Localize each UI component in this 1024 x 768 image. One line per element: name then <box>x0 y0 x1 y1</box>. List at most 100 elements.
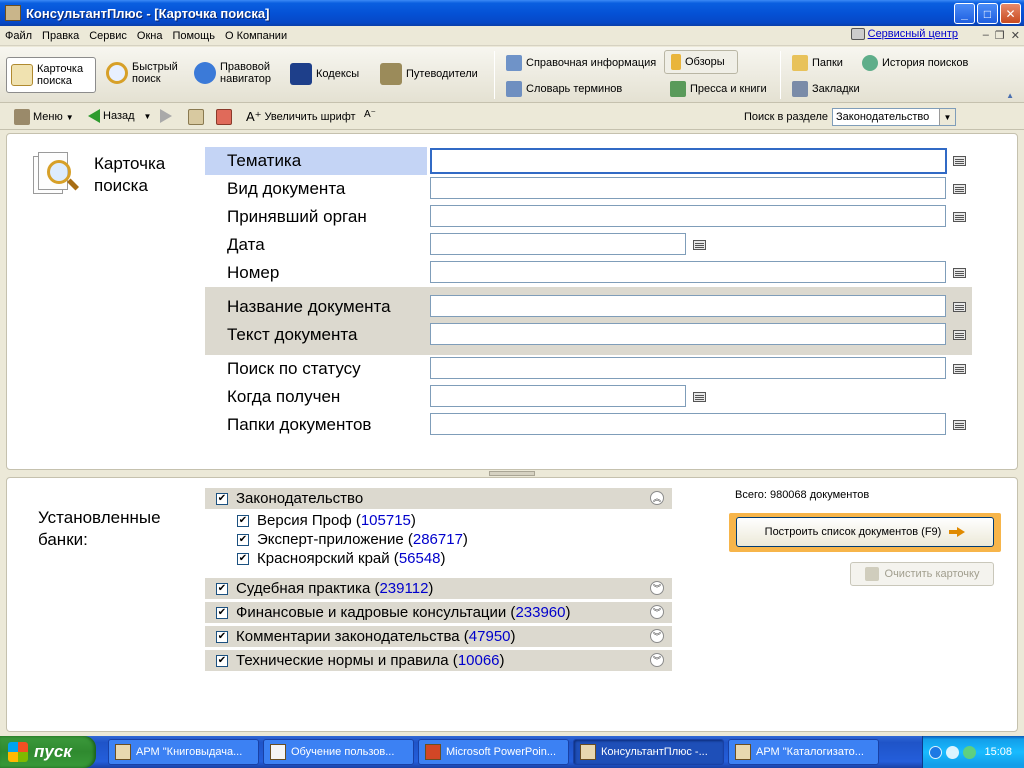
checkbox[interactable]: ✔ <box>237 533 249 546</box>
bookmark-icon <box>792 81 808 97</box>
bank-subitem[interactable]: ✔ Эксперт-приложение (286717) <box>237 531 468 548</box>
broom-icon <box>864 567 879 581</box>
search-card-title: Карточка поиска <box>94 154 166 195</box>
checkbox[interactable]: ✔ <box>216 582 228 595</box>
menu-edit[interactable]: Правка <box>37 30 84 42</box>
taskbar-item[interactable]: Обучение пользов... <box>263 739 414 765</box>
bank-group-name: Финансовые и кадровые консультации <box>236 604 507 621</box>
network-icon[interactable] <box>946 745 959 759</box>
folders-field[interactable] <box>430 413 946 435</box>
bank-group-legislation[interactable]: ✔ Законодательство ︽ <box>205 488 672 509</box>
menu-dropdown-button[interactable]: Меню ▼ <box>14 109 74 125</box>
close-button[interactable]: ✕ <box>1000 3 1021 24</box>
expand-icon[interactable]: ︾ <box>650 581 664 595</box>
list-picker-icon[interactable] <box>953 420 966 430</box>
glossary-button[interactable]: Словарь терминов <box>506 81 622 97</box>
list-picker-icon[interactable] <box>953 212 966 222</box>
doc-name-field[interactable] <box>430 295 946 317</box>
folders-button[interactable]: Папки <box>792 55 843 71</box>
list-picker-icon[interactable] <box>953 184 966 194</box>
menu-bar: Файл Правка Сервис Окна Помощь О Компани… <box>0 26 1024 46</box>
menu-windows[interactable]: Окна <box>132 30 168 42</box>
menu-service[interactable]: Сервис <box>84 30 132 42</box>
reviews-button[interactable]: Обзоры <box>664 50 738 74</box>
checkbox[interactable]: ✔ <box>237 514 249 527</box>
checkbox[interactable]: ✔ <box>216 654 228 667</box>
bank-count: 105715 <box>360 512 411 529</box>
list-picker-icon[interactable] <box>693 240 706 250</box>
panel-splitter[interactable] <box>489 471 535 476</box>
mdi-close-icon[interactable]: ✕ <box>1011 29 1020 42</box>
maximize-button[interactable]: □ <box>977 3 998 24</box>
checkbox[interactable]: ✔ <box>216 492 228 505</box>
search-in-section-value: Законодательство <box>836 111 930 123</box>
service-center-link[interactable]: Сервисный центр <box>850 28 958 40</box>
taskbar-item[interactable]: АРМ "Книговыдача... <box>108 739 259 765</box>
checkbox[interactable]: ✔ <box>237 552 249 565</box>
antivirus-icon[interactable] <box>963 745 976 759</box>
expand-icon[interactable]: ︾ <box>650 629 664 643</box>
press-books-button[interactable]: Пресса и книги <box>670 81 767 97</box>
taskbar-item-active[interactable]: КонсультантПлюс -... <box>573 739 724 765</box>
checkbox[interactable]: ✔ <box>216 606 228 619</box>
reference-info-button[interactable]: Справочная информация <box>506 55 656 71</box>
clear-card-button[interactable]: Очистить карточку <box>850 562 994 586</box>
increase-font-button[interactable]: A⁺ Увеличить шрифт <box>246 109 356 125</box>
bank-group[interactable]: ✔ Финансовые и кадровые консультации (23… <box>205 602 672 623</box>
start-button[interactable]: пуск <box>0 736 96 768</box>
legal-navigator-button[interactable]: Правовой навигатор <box>194 61 280 85</box>
date-field[interactable] <box>430 233 686 255</box>
mdi-minimize-icon[interactable]: – <box>983 29 989 42</box>
status-label: Поиск по статусу <box>227 359 361 378</box>
list-picker-icon[interactable] <box>693 392 706 402</box>
menu-help[interactable]: Помощь <box>167 30 220 42</box>
list-picker-icon[interactable] <box>953 302 966 312</box>
number-field[interactable] <box>430 261 946 283</box>
expand-icon[interactable]: ︾ <box>650 653 664 667</box>
service-center-label: Сервисный центр <box>867 28 958 40</box>
forward-button[interactable] <box>160 109 172 123</box>
codes-button[interactable]: Кодексы <box>290 63 359 85</box>
list-picker-icon[interactable] <box>953 268 966 278</box>
list-picker-icon[interactable] <box>953 330 966 340</box>
toolbar-separator <box>494 51 495 99</box>
bank-subitem[interactable]: ✔ Версия Проф (105715) <box>237 512 416 529</box>
decrease-font-button[interactable]: A⁻ <box>364 109 376 120</box>
menu-about[interactable]: О Компании <box>220 30 292 42</box>
list-picker-icon[interactable] <box>953 156 966 166</box>
card-search-button[interactable]: Карточка поиска <box>6 57 96 93</box>
bank-group[interactable]: ✔ Комментарии законодательства (47950) ︾ <box>205 626 672 647</box>
list-picker-icon[interactable] <box>953 364 966 374</box>
bank-group[interactable]: ✔ Технические нормы и правила (10066) ︾ <box>205 650 672 671</box>
edit-icon <box>216 109 232 125</box>
back-button[interactable]: Назад ▼ <box>88 109 151 123</box>
status-field[interactable] <box>430 357 946 379</box>
collapse-icon[interactable]: ︽ <box>650 491 664 505</box>
received-field[interactable] <box>430 385 686 407</box>
tray-expand-icon[interactable] <box>929 745 942 759</box>
search-in-section-select[interactable]: Законодательство ▼ <box>832 108 956 126</box>
guides-button[interactable]: Путеводители <box>380 63 478 85</box>
quick-search-button[interactable]: Быстрый поиск <box>106 61 182 85</box>
doc-type-field[interactable] <box>430 177 946 199</box>
bank-subitem[interactable]: ✔ Красноярский край (56548) <box>237 550 446 567</box>
doc-text-field[interactable] <box>430 323 946 345</box>
build-list-button[interactable]: Построить список документов (F9) <box>736 517 994 547</box>
title-bar: КонсультантПлюс - [Карточка поиска] _ □ … <box>0 0 1024 26</box>
topic-label: Тематика <box>227 151 302 170</box>
bookmarks-button[interactable]: Закладки <box>792 81 860 97</box>
checkbox[interactable]: ✔ <box>216 630 228 643</box>
mdi-restore-icon[interactable]: ❐ <box>995 29 1005 42</box>
copy-button[interactable] <box>188 109 204 125</box>
bank-group[interactable]: ✔ Судебная практика (239112) ︾ <box>205 578 672 599</box>
search-history-button[interactable]: История поисков <box>862 55 968 71</box>
edit-button[interactable] <box>216 109 232 125</box>
menu-file[interactable]: Файл <box>0 30 37 42</box>
topic-field[interactable] <box>430 148 947 174</box>
taskbar-item[interactable]: АРМ "Каталогизато... <box>728 739 879 765</box>
taskbar-item[interactable]: Microsoft PowerPoin... <box>418 739 569 765</box>
collapse-toolbar-icon[interactable]: ▲ <box>1006 91 1014 100</box>
minimize-button[interactable]: _ <box>954 3 975 24</box>
expand-icon[interactable]: ︾ <box>650 605 664 619</box>
authority-field[interactable] <box>430 205 946 227</box>
